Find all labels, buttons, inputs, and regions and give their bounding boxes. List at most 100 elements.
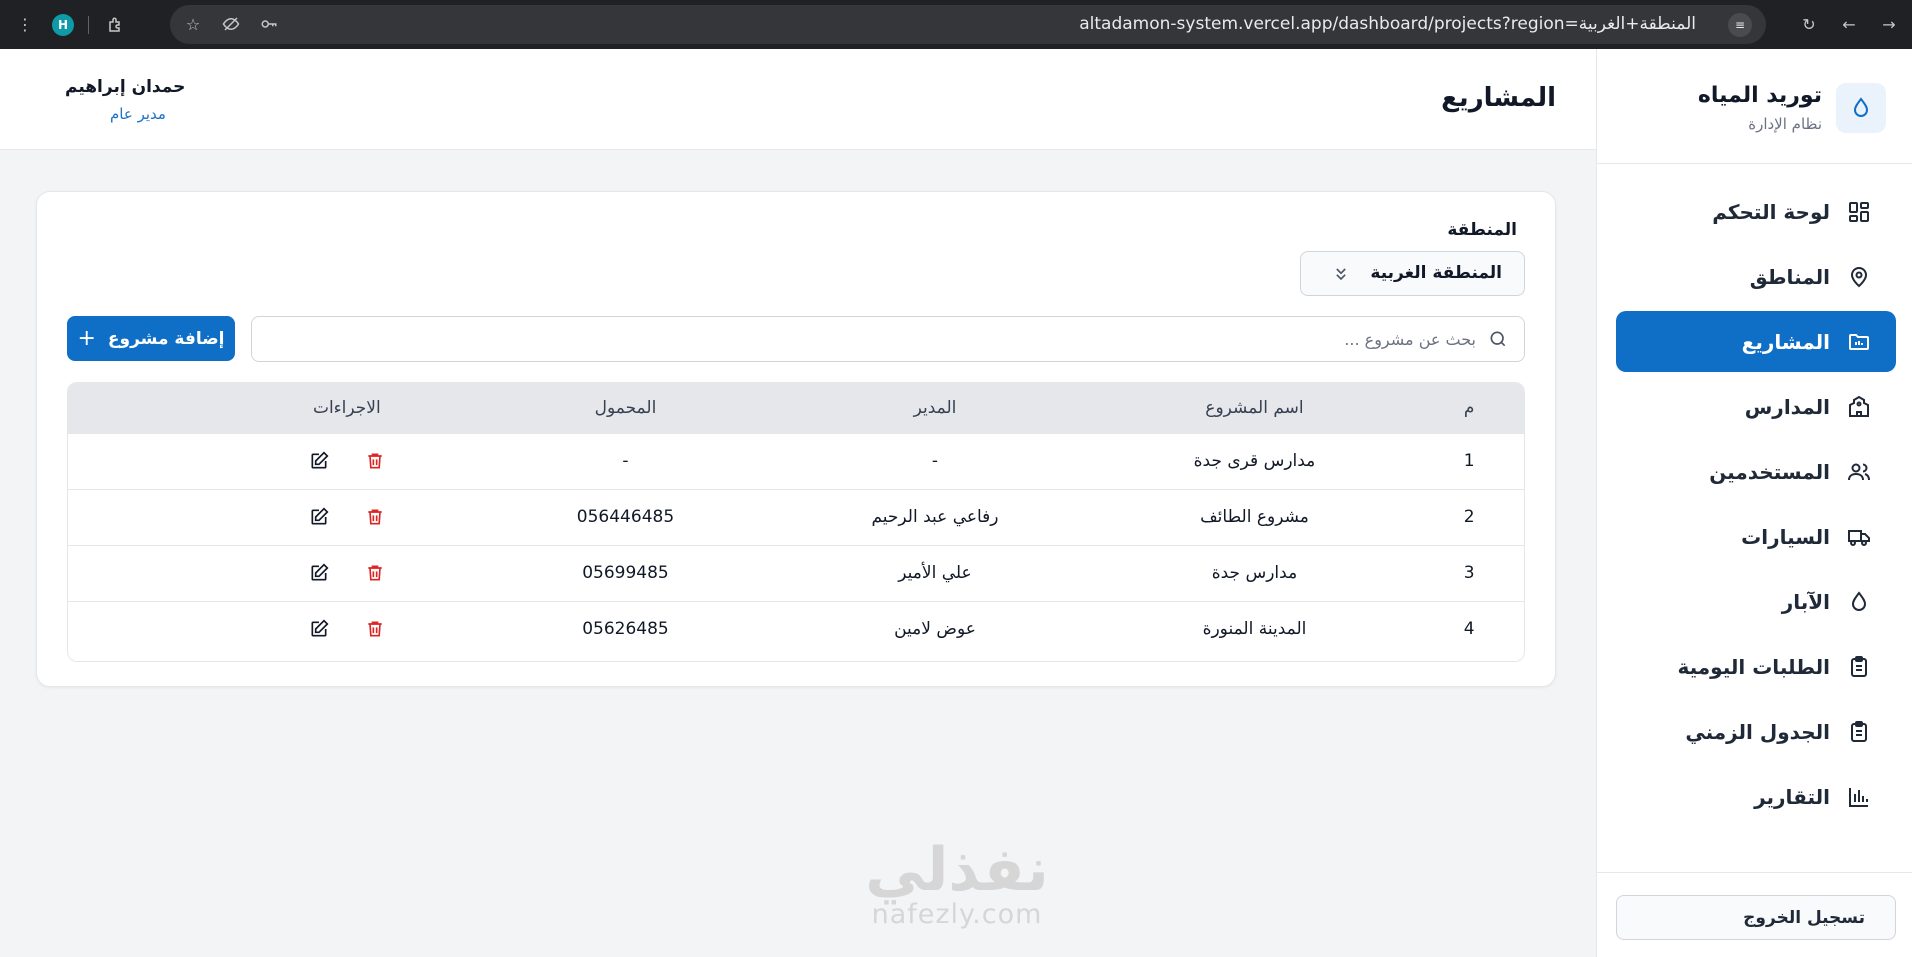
clipboard-icon <box>1846 654 1872 680</box>
sidebar-item-schedule[interactable]: الجدول الزمني <box>1616 701 1896 762</box>
region-label: المنطقة <box>1447 220 1517 240</box>
watermark: نفذلي nafezly.com <box>842 840 1072 930</box>
droplet-logo-icon <box>1836 83 1886 133</box>
menu-kebab-icon[interactable]: ⋮ <box>12 12 38 38</box>
col-index-header[interactable]: م <box>1414 383 1524 433</box>
cell-project-name: مشروع الطائف <box>1200 507 1309 527</box>
user-name: حمدان إبراهيم <box>65 77 186 97</box>
cell-index: 1 <box>1463 451 1475 471</box>
sidebar-item-label: لوحة التحكم <box>1712 199 1830 224</box>
col-mobile-header[interactable]: المحمول <box>476 383 776 433</box>
sidebar-item-regions[interactable]: المناطق <box>1616 246 1896 307</box>
cell-project-name: مدارس جدة <box>1211 563 1298 583</box>
logout-area: تسجيل الخروج <box>1596 872 1912 957</box>
cell-actions <box>68 545 476 601</box>
top-header: المشاريع حمدان إبراهيم مدير عام <box>0 49 1596 150</box>
url-text[interactable]: altadamon-system.vercel.app/dashboard/pr… <box>1079 5 1696 44</box>
sidebar-item-dashboard[interactable]: لوحة التحكم <box>1616 181 1896 242</box>
sidebar-item-daily-orders[interactable]: الطلبات اليومية <box>1616 636 1896 697</box>
sidebar-item-users[interactable]: المستخدمين <box>1616 441 1896 502</box>
delete-icon[interactable] <box>364 450 386 472</box>
region-select-value: المنطقة الغربية <box>1370 263 1502 283</box>
edit-icon[interactable] <box>308 618 330 640</box>
edit-icon[interactable] <box>308 450 330 472</box>
eye-off-icon[interactable] <box>218 11 244 37</box>
extensions-icon[interactable] <box>103 12 129 38</box>
col-actions-header: الاجراءات <box>312 397 381 418</box>
cell-mobile: - <box>622 451 629 471</box>
brand-title: توريد المياه <box>1697 83 1822 108</box>
col-name-header[interactable]: اسم المشروع <box>1095 383 1414 433</box>
search-box <box>251 316 1525 362</box>
add-project-label: إضافة مشروع <box>107 328 225 349</box>
table-row[interactable]: 1 مدارس قرى جدة - - <box>68 433 1524 489</box>
back-arrow-icon[interactable]: ← <box>1836 12 1862 38</box>
edit-icon[interactable] <box>308 506 330 528</box>
plus-icon: + <box>77 325 96 351</box>
edit-icon[interactable] <box>308 562 330 584</box>
toolbar-divider <box>88 15 89 34</box>
region-select[interactable]: المنطقة الغربية <box>1300 251 1525 296</box>
cell-manager: علي الأمير <box>898 563 972 583</box>
search-icon <box>1488 329 1510 351</box>
cell-actions <box>68 601 476 657</box>
sidebar: توريد المياه نظام الإدارة لوحة التحكم ال… <box>1596 49 1912 957</box>
droplet-icon <box>1846 589 1872 615</box>
sidebar-item-label: المشاريع <box>1741 329 1830 354</box>
sidebar-item-wells[interactable]: الآبار <box>1616 571 1896 632</box>
add-project-button[interactable]: إضافة مشروع + <box>67 316 235 361</box>
user-role: مدير عام <box>110 105 166 123</box>
dashboard-icon <box>1846 199 1872 225</box>
logout-button[interactable]: تسجيل الخروج <box>1616 895 1896 940</box>
sidebar-item-projects[interactable]: المشاريع <box>1616 311 1896 372</box>
table-header-row: م اسم المشروع المدير المحمول الاجراءات <box>68 383 1524 433</box>
cell-index: 4 <box>1463 619 1475 640</box>
cell-index: 3 <box>1463 563 1475 583</box>
sidebar-item-label: المستخدمين <box>1709 459 1830 484</box>
table-row[interactable]: 4 المدينة المنورة عوض لامين 05626485 <box>68 601 1524 657</box>
search-input[interactable] <box>276 317 1476 361</box>
profile-avatar[interactable]: H <box>52 13 74 36</box>
folder-icon <box>1846 329 1872 355</box>
table-row[interactable]: 3 مدارس جدة علي الأمير 05699485 <box>68 545 1524 601</box>
sidebar-item-reports[interactable]: التقارير <box>1616 766 1896 827</box>
sidebar-item-label: الجدول الزمني <box>1685 719 1830 744</box>
users-icon <box>1846 459 1872 485</box>
password-key-icon[interactable] <box>256 11 282 37</box>
site-settings-icon[interactable]: ≡ <box>1728 13 1752 37</box>
bookmark-star-icon[interactable]: ☆ <box>180 11 206 37</box>
clipboard-icon <box>1846 719 1872 745</box>
sidebar-item-label: التقارير <box>1754 784 1830 809</box>
truck-icon <box>1846 524 1872 550</box>
map-pin-icon <box>1846 264 1872 290</box>
delete-icon[interactable] <box>364 618 386 640</box>
school-icon <box>1846 394 1872 420</box>
forward-arrow-icon[interactable]: → <box>1876 12 1902 38</box>
cell-index: 2 <box>1463 507 1475 527</box>
sidebar-item-vehicles[interactable]: السيارات <box>1616 506 1896 567</box>
sidebar-item-label: الآبار <box>1781 589 1830 614</box>
watermark-latin: nafezly.com <box>871 899 1043 930</box>
chevrons-up-down-icon <box>1331 264 1351 284</box>
delete-icon[interactable] <box>364 562 386 584</box>
sidebar-nav: لوحة التحكم المناطق المشاريع المدارس الم… <box>1616 181 1896 831</box>
sidebar-item-label: المناطق <box>1749 264 1830 289</box>
cell-manager: عوض لامين <box>894 619 976 640</box>
sidebar-item-schools[interactable]: المدارس <box>1616 376 1896 437</box>
cell-mobile: 056446485 <box>576 507 675 527</box>
cell-project-name: مدارس قرى جدة <box>1193 451 1316 471</box>
brand-subtitle: نظام الإدارة <box>1748 115 1822 133</box>
sidebar-item-label: السيارات <box>1741 524 1830 549</box>
cell-actions <box>68 433 476 489</box>
cell-manager: رفاعي عبد الرحيم <box>871 507 999 527</box>
projects-table: م اسم المشروع المدير المحمول الاجراءات 1… <box>67 382 1525 662</box>
projects-card: المنطقة المنطقة الغربية إضافة مشروع + م … <box>36 191 1556 687</box>
address-bar[interactable]: ☆ altadamon-system.vercel.app/dashboard/… <box>170 5 1766 44</box>
cell-mobile: 05626485 <box>582 619 669 640</box>
delete-icon[interactable] <box>364 506 386 528</box>
col-manager-header[interactable]: المدير <box>775 383 1094 433</box>
page-title: المشاريع <box>1441 83 1556 113</box>
reload-icon[interactable]: ↻ <box>1796 12 1822 38</box>
table-row[interactable]: 2 مشروع الطائف رفاعي عبد الرحيم 05644648… <box>68 489 1524 545</box>
watermark-arabic: نفذلي <box>865 835 1049 905</box>
